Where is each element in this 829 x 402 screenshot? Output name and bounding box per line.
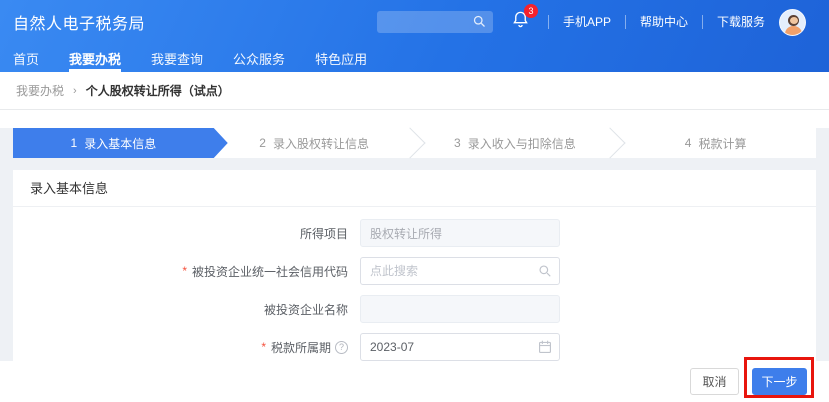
link-download-service[interactable]: 下载服务	[702, 15, 765, 29]
main-content: 1 录入基本信息 2 录入股权转让信息 3 录入收入与扣除信息 4 税款计算 录…	[0, 128, 829, 379]
section-title: 录入基本信息	[13, 170, 816, 207]
step-1-basic-info: 1 录入基本信息	[13, 128, 214, 158]
field-label: 所得项目	[13, 225, 360, 242]
field-label: * 被投资企业统一社会信用代码	[13, 263, 360, 280]
main-nav: 首页 我要办税 我要查询 公众服务 特色应用	[0, 44, 829, 72]
form-card: 录入基本信息 所得项目 * 被投资企业统一社会信用代码	[13, 170, 816, 361]
nav-item-public-service[interactable]: 公众服务	[233, 44, 285, 72]
help-icon[interactable]: ?	[335, 341, 348, 354]
calendar-icon[interactable]	[538, 340, 552, 354]
required-marker: *	[261, 340, 266, 354]
breadcrumb-current: 个人股权转让所得（试点）	[86, 82, 230, 99]
nav-item-featured-apps[interactable]: 特色应用	[315, 44, 367, 72]
breadcrumb-separator-icon: ›	[73, 85, 77, 97]
field-row-tax-period: * 税款所属期 ?	[13, 333, 816, 361]
cancel-button[interactable]: 取消	[690, 368, 739, 395]
avatar-face	[790, 17, 798, 24]
header-search[interactable]	[377, 11, 493, 33]
search-icon[interactable]	[538, 264, 552, 278]
app-title: 自然人电子税务局	[13, 10, 145, 34]
required-marker: *	[182, 264, 187, 278]
tax-period-input[interactable]	[360, 333, 560, 361]
search-icon[interactable]	[472, 14, 487, 34]
next-step-button[interactable]: 下一步	[752, 368, 807, 395]
breadcrumb-parent[interactable]: 我要办税	[16, 82, 64, 99]
notification-bell[interactable]: 3	[511, 10, 530, 34]
credit-code-input[interactable]	[360, 257, 560, 285]
field-row-income-item: 所得项目	[13, 219, 816, 247]
step-2-equity-transfer-info: 2 录入股权转让信息	[214, 128, 415, 158]
header: 自然人电子税务局 3 手机APP	[0, 0, 829, 72]
nav-item-query[interactable]: 我要查询	[151, 44, 203, 72]
notification-badge: 3	[524, 4, 538, 18]
income-item-input	[360, 219, 560, 247]
nav-item-tax-handling[interactable]: 我要办税	[69, 44, 121, 72]
field-label: * 税款所属期 ?	[13, 339, 360, 356]
step-wizard: 1 录入基本信息 2 录入股权转让信息 3 录入收入与扣除信息 4 税款计算	[13, 128, 816, 158]
page: 自然人电子税务局 3 手机APP	[0, 0, 829, 402]
link-help-center[interactable]: 帮助中心	[625, 15, 688, 29]
field-row-credit-code: * 被投资企业统一社会信用代码	[13, 257, 816, 285]
nav-item-home[interactable]: 首页	[13, 44, 39, 72]
breadcrumb: 我要办税 › 个人股权转让所得（试点）	[0, 72, 829, 110]
field-row-enterprise-name: 被投资企业名称	[13, 295, 816, 323]
enterprise-name-input	[360, 295, 560, 323]
step-4-tax-calculation: 4 税款计算	[615, 128, 816, 158]
link-mobile-app[interactable]: 手机APP	[548, 15, 611, 29]
step-3-income-deduction-info: 3 录入收入与扣除信息	[415, 128, 616, 158]
field-label: 被投资企业名称	[13, 301, 360, 318]
user-avatar[interactable]	[779, 9, 806, 36]
action-bar: 取消 下一步	[0, 361, 829, 402]
avatar-body	[785, 26, 802, 36]
